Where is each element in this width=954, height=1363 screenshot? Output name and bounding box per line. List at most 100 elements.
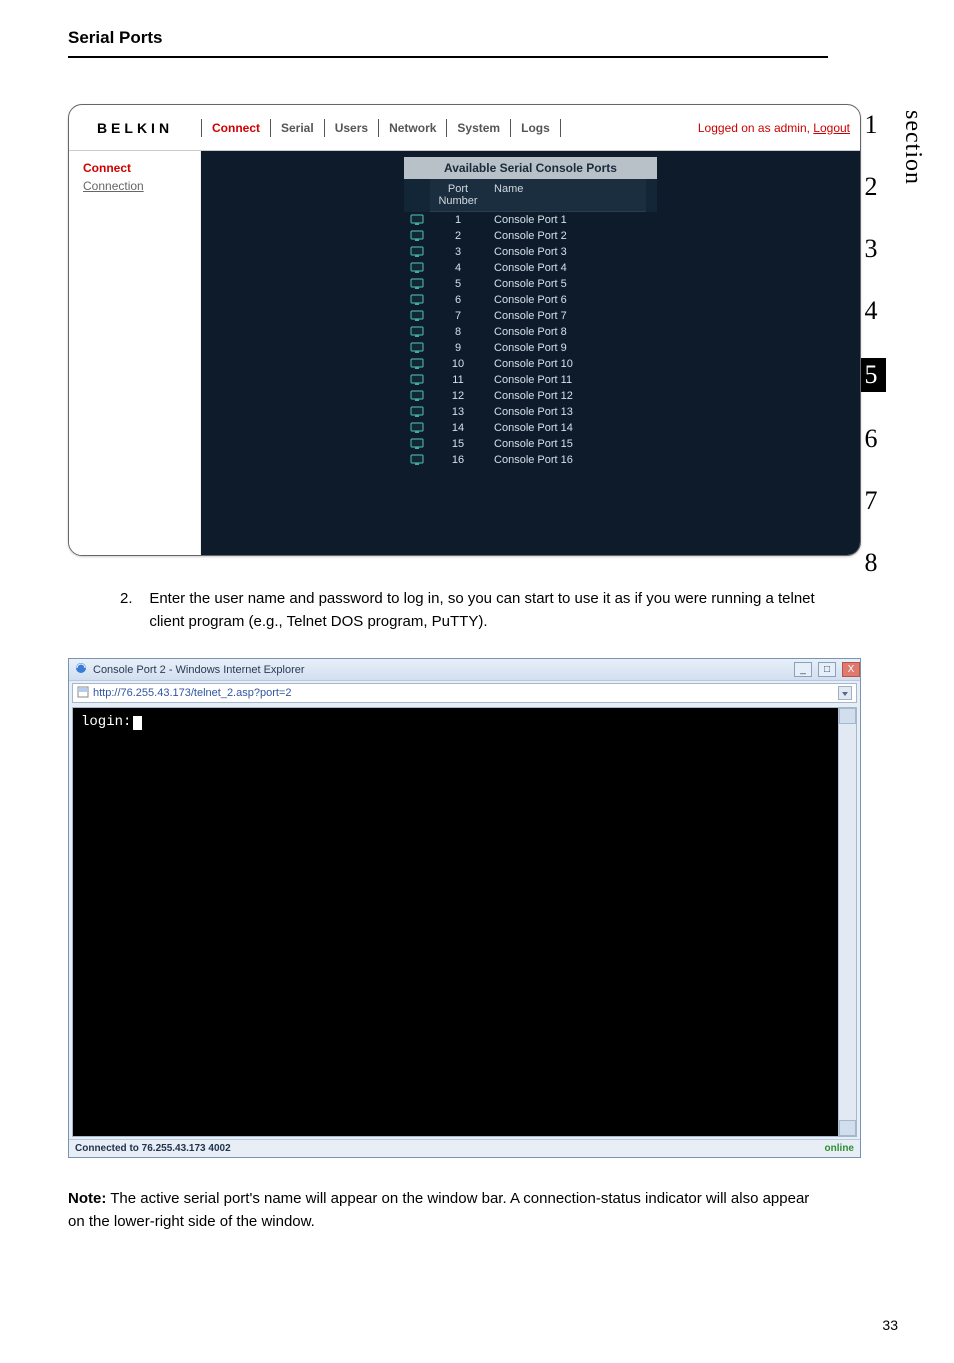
section-link-8[interactable]: 8 [856, 548, 886, 578]
address-dropdown-icon[interactable] [838, 686, 852, 700]
port-row[interactable]: 11Console Port 11 [404, 372, 657, 388]
note-label: Note: [68, 1190, 106, 1207]
monitor-icon [404, 228, 430, 244]
status-connected: Connected to 76.255.43.173 4002 [75, 1143, 231, 1154]
port-name: Console Port 10 [486, 356, 646, 372]
monitor-icon [404, 436, 430, 452]
monitor-icon [404, 420, 430, 436]
port-row[interactable]: 10Console Port 10 [404, 356, 657, 372]
port-name: Console Port 6 [486, 292, 646, 308]
port-row[interactable]: 7Console Port 7 [404, 308, 657, 324]
port-row[interactable]: 13Console Port 13 [404, 404, 657, 420]
port-name: Console Port 8 [486, 324, 646, 340]
status-online: online [825, 1143, 854, 1154]
monitor-icon [404, 276, 430, 292]
ie-title: Console Port 2 - Windows Internet Explor… [93, 664, 305, 676]
belkin-body: Connect Connection Available Serial Cons… [69, 151, 860, 555]
port-number: 1 [430, 214, 486, 226]
port-number: 15 [430, 438, 486, 450]
belkin-header: BELKIN ConnectSerialUsersNetworkSystemLo… [69, 105, 860, 151]
section-label: section [899, 110, 926, 185]
port-number: 11 [430, 374, 486, 386]
sidenav-connection-link[interactable]: Connection [83, 179, 200, 193]
divider [446, 119, 447, 137]
page-number: 33 [882, 1317, 898, 1333]
header-name: Name [486, 179, 646, 212]
monitor-icon [404, 372, 430, 388]
nav-serial[interactable]: Serial [281, 121, 314, 135]
page-icon [77, 686, 89, 701]
port-number: 3 [430, 246, 486, 258]
close-button[interactable]: X [842, 662, 860, 677]
monitor-icon [404, 452, 430, 468]
port-row[interactable]: 15Console Port 15 [404, 436, 657, 452]
step-text: Enter the user name and password to log … [149, 588, 820, 633]
nav-logs[interactable]: Logs [521, 121, 550, 135]
port-row[interactable]: 12Console Port 12 [404, 388, 657, 404]
ports-table: Available Serial Console Ports Port Numb… [404, 157, 657, 549]
ie-url: http://76.255.43.173/telnet_2.asp?port=2 [93, 687, 291, 699]
terminal-scrollbar[interactable] [838, 708, 856, 1136]
ie-address-bar[interactable]: http://76.255.43.173/telnet_2.asp?port=2 [72, 683, 857, 703]
terminal-area[interactable]: login: [73, 708, 838, 1136]
logout-link[interactable]: Logout [813, 121, 850, 135]
logged-prefix: Logged on as admin, [698, 121, 813, 135]
port-row[interactable]: 2Console Port 2 [404, 228, 657, 244]
nav-connect[interactable]: Connect [212, 121, 260, 135]
port-row[interactable]: 6Console Port 6 [404, 292, 657, 308]
ports-rows: 1Console Port 12Console Port 23Console P… [404, 212, 657, 468]
monitor-icon [404, 292, 430, 308]
divider [270, 119, 271, 137]
ports-table-header: Port Number Name [404, 179, 657, 212]
header-icon-col [404, 179, 430, 212]
title-rule [68, 56, 828, 58]
scroll-down-icon[interactable] [839, 1120, 856, 1136]
port-number: 5 [430, 278, 486, 290]
nav-network[interactable]: Network [389, 121, 436, 135]
ie-titlebar: Console Port 2 - Windows Internet Explor… [69, 659, 860, 681]
monitor-icon [404, 212, 430, 228]
port-name: Console Port 4 [486, 260, 646, 276]
monitor-icon [404, 308, 430, 324]
port-row[interactable]: 9Console Port 9 [404, 340, 657, 356]
nav-users[interactable]: Users [335, 121, 368, 135]
port-name: Console Port 9 [486, 340, 646, 356]
port-number: 4 [430, 262, 486, 274]
port-row[interactable]: 8Console Port 8 [404, 324, 657, 340]
port-row[interactable]: 1Console Port 1 [404, 212, 657, 228]
ports-table-title: Available Serial Console Ports [404, 157, 657, 179]
port-row[interactable]: 3Console Port 3 [404, 244, 657, 260]
terminal-prompt: login: [81, 714, 131, 730]
port-number: 6 [430, 294, 486, 306]
port-name: Console Port 2 [486, 228, 646, 244]
port-row[interactable]: 5Console Port 5 [404, 276, 657, 292]
port-name: Console Port 12 [486, 388, 646, 404]
port-number: 16 [430, 454, 486, 466]
monitor-icon [404, 244, 430, 260]
divider [560, 119, 561, 137]
step-number: 2. [120, 588, 133, 633]
belkin-admin-screenshot: BELKIN ConnectSerialUsersNetworkSystemLo… [68, 104, 861, 556]
ie-body: login: [72, 707, 857, 1137]
monitor-icon [404, 388, 430, 404]
port-number: 2 [430, 230, 486, 242]
port-row[interactable]: 14Console Port 14 [404, 420, 657, 436]
nav-system[interactable]: System [457, 121, 500, 135]
monitor-icon [404, 356, 430, 372]
cursor-icon [133, 716, 142, 730]
side-nav: Connect Connection [69, 151, 201, 555]
note-text: The active serial port's name will appea… [68, 1190, 809, 1230]
ie-window-screenshot: Console Port 2 - Windows Internet Explor… [68, 658, 861, 1158]
minimize-button[interactable]: _ [794, 662, 812, 677]
port-row[interactable]: 16Console Port 16 [404, 452, 657, 468]
divider [201, 119, 202, 137]
note-paragraph: Note: The active serial port's name will… [68, 1188, 828, 1233]
ie-status-bar: Connected to 76.255.43.173 4002 online [69, 1139, 860, 1157]
port-name: Console Port 1 [486, 212, 646, 228]
page-title: Serial Ports [68, 28, 163, 48]
maximize-button[interactable]: □ [818, 662, 836, 677]
port-row[interactable]: 4Console Port 4 [404, 260, 657, 276]
scroll-up-icon[interactable] [839, 708, 856, 724]
sidenav-heading: Connect [83, 161, 200, 175]
port-number: 8 [430, 326, 486, 338]
